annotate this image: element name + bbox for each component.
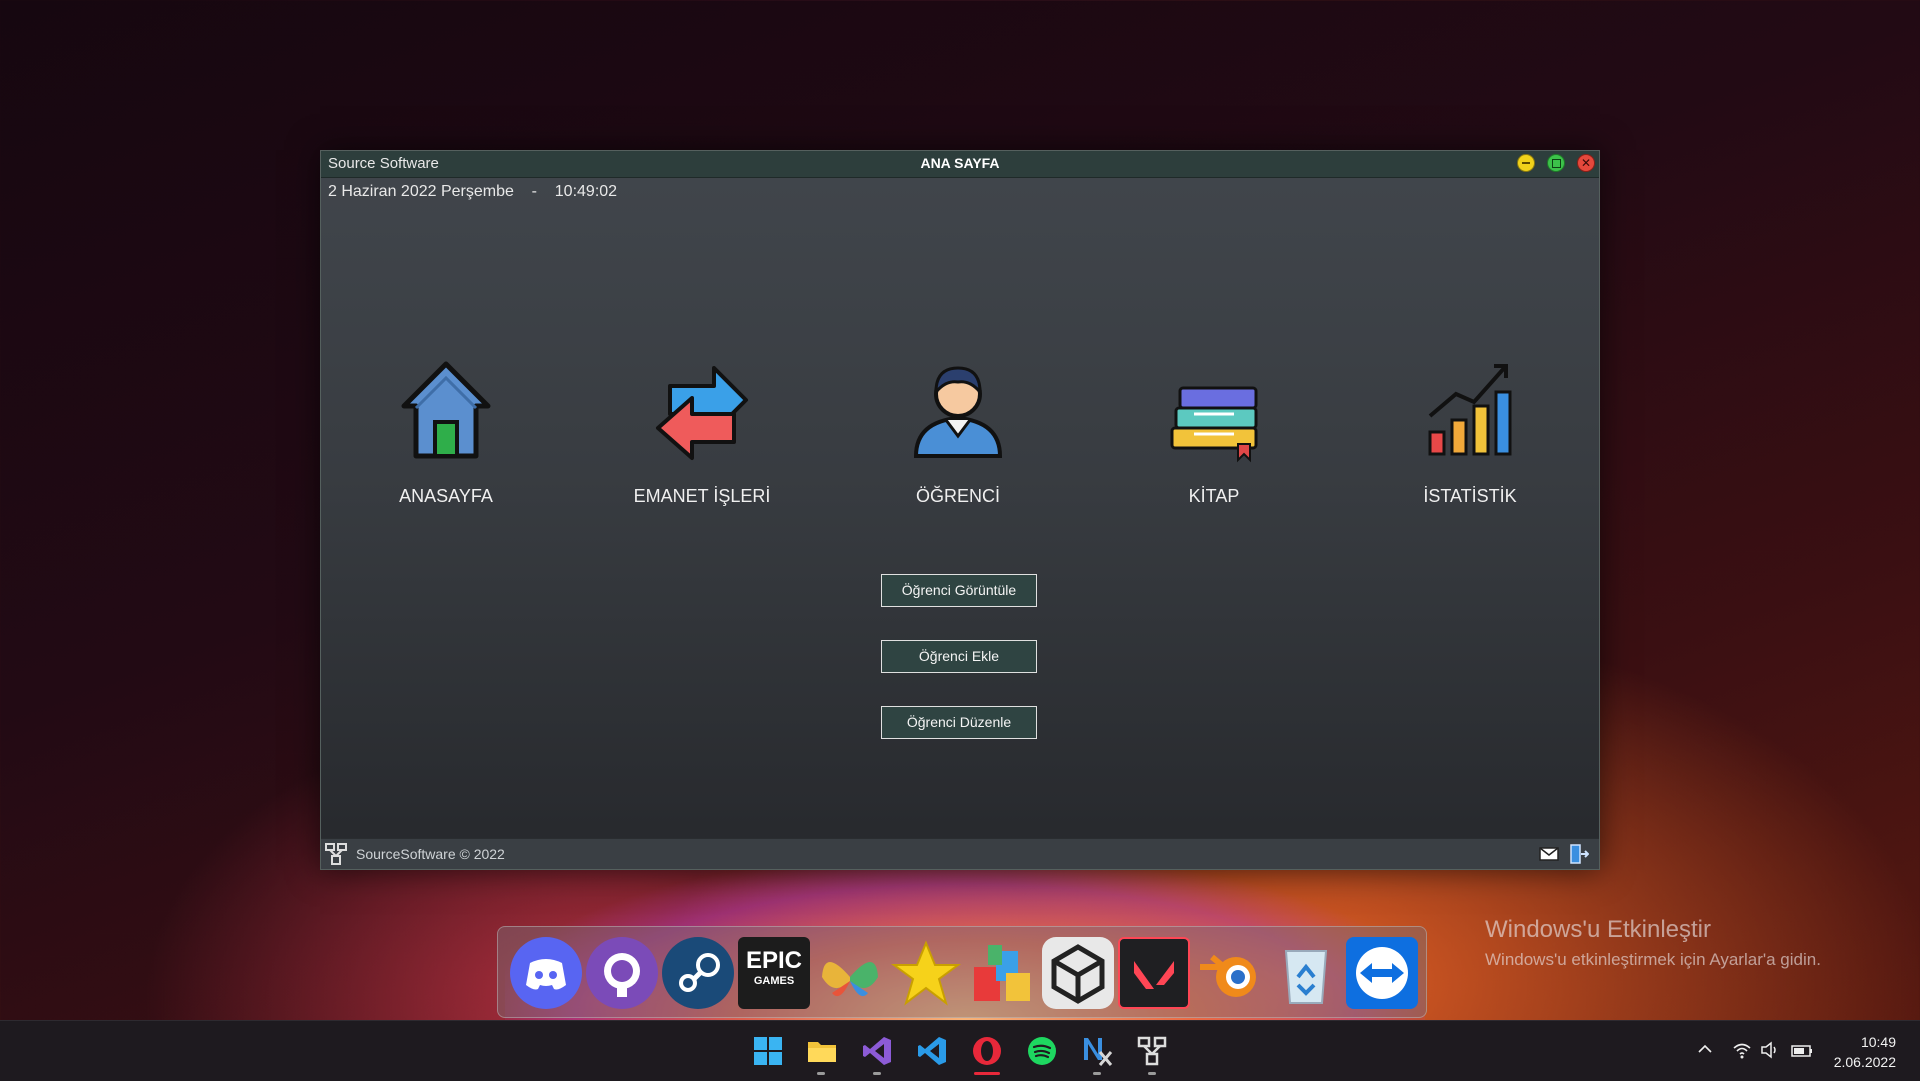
statistics-chart-icon [1428,364,1512,456]
house-icon [401,361,491,459]
sourcesoftware-logo-icon [325,843,347,865]
opera-icon[interactable] [970,1034,1004,1068]
add-student-button[interactable]: Öğrenci Ekle [881,640,1037,673]
nav-label-anasayfa: ANASAYFA [399,486,493,506]
discord-icon[interactable] [510,937,582,1009]
teamviewer-icon[interactable] [1346,937,1418,1009]
cube-app-icon[interactable] [966,937,1038,1009]
page-title: ANA SAYFA [920,155,1000,171]
vs-running-indicator [873,1072,881,1075]
opera-active-indicator [974,1072,1000,1075]
student-icon [913,366,1003,458]
clock-date: 2.06.2022 [1833,1054,1896,1070]
windows-start-icon[interactable] [751,1034,785,1068]
date-separator: - [531,183,537,200]
vscode-icon[interactable] [915,1034,949,1068]
wifi-icon[interactable] [1732,1041,1752,1059]
nav-item-kitap[interactable]: KİTAP [1114,356,1314,526]
edit-student-button[interactable]: Öğrenci Düzenle [881,706,1037,739]
valorant-icon[interactable] [1118,937,1190,1009]
epic-games-icon[interactable]: EPIC GAMES [738,937,810,1009]
books-icon [1170,386,1258,463]
nav-item-istatistik[interactable]: İSTATİSTİK [1370,356,1570,526]
epic-text: EPIC [745,947,802,974]
logout-icon[interactable] [1569,844,1589,864]
mail-icon[interactable] [1539,847,1559,861]
maximize-button[interactable] [1547,154,1565,172]
recycle-bin-icon[interactable] [1270,937,1342,1009]
app-window: Source Software ANA SAYFA ✕ 2 Haziran 20… [320,150,1600,870]
nav-label-istatistik: İSTATİSTİK [1423,486,1517,506]
msn-butterfly-icon[interactable] [814,937,886,1009]
title-bar[interactable]: Source Software ANA SAYFA ✕ [321,151,1599,178]
view-student-button[interactable]: Öğrenci Görüntüle [881,574,1037,607]
nav-item-ogrenci[interactable]: ÖĞRENCİ [858,356,1058,526]
nav-item-emanet[interactable]: EMANET İŞLERİ [602,356,802,526]
time-text: 10:49:02 [554,183,618,200]
chevron-up-icon[interactable] [1697,1041,1713,1057]
nav-item-anasayfa[interactable]: ANASAYFA [346,356,546,526]
exchange-arrows-icon [656,366,748,460]
star-icon[interactable] [890,937,962,1009]
sourcesoftware-icon[interactable] [1135,1034,1169,1068]
nav-label-kitap: KİTAP [1188,486,1240,506]
unity-icon[interactable] [1042,937,1114,1009]
minimize-button[interactable] [1517,154,1535,172]
notepadx-icon[interactable] [1080,1034,1114,1068]
battery-icon[interactable] [1790,1041,1814,1059]
clock-time: 10:49 [1860,1034,1896,1050]
blender-icon[interactable] [1194,937,1266,1009]
system-clock[interactable]: 10:49 2.06.2022 [1834,1032,1896,1072]
notepadx-running-indicator [1093,1072,1101,1075]
status-bar: SourceSoftware © 2022 [321,838,1599,869]
steam-icon[interactable] [662,937,734,1009]
file-explorer-icon[interactable] [805,1034,839,1068]
close-button[interactable]: ✕ [1577,154,1595,172]
activation-watermark-subtitle: Windows'u etkinleştirmek için Ayarlar'a … [1485,950,1821,969]
app-dock: EPIC GAMES [497,926,1427,1018]
date-time: 2 Haziran 2022 Perşembe - 10:49:02 [328,183,617,201]
explorer-running-indicator [817,1072,825,1075]
activation-watermark-title: Windows'u Etkinleştir [1485,916,1711,943]
copyright-text: SourceSoftware © 2022 [356,846,505,862]
main-nav: ANASAYFA EMANET İŞLERİ ÖĞRENCİ KİTAP İST… [321,356,1601,526]
spotify-icon[interactable] [1025,1034,1059,1068]
visual-studio-icon[interactable] [860,1034,894,1068]
volume-icon[interactable] [1760,1041,1780,1059]
games-text: GAMES [753,975,795,987]
date-text: 2 Haziran 2022 Perşembe [328,183,514,200]
nav-label-emanet: EMANET İŞLERİ [633,486,771,506]
nav-label-ogrenci: ÖĞRENCİ [915,486,1000,506]
github-icon[interactable] [586,937,658,1009]
taskbar: 10:49 2.06.2022 [0,1020,1920,1081]
sourcesoftware-running-indicator [1148,1072,1156,1075]
